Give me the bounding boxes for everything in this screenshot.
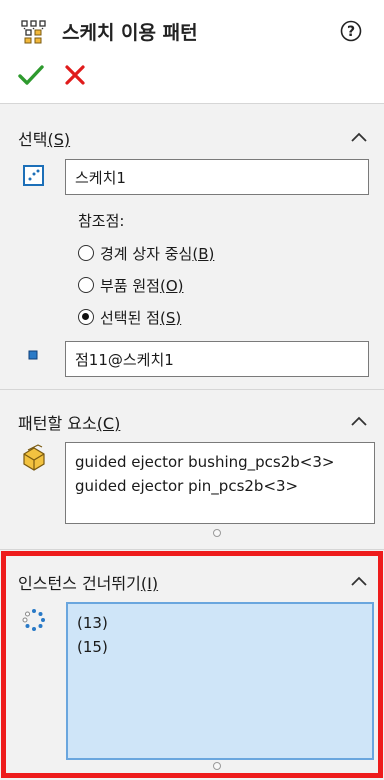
sketch-pattern-icon bbox=[21, 20, 46, 44]
highlight-box bbox=[1, 551, 383, 778]
radio-button-selected[interactable] bbox=[78, 309, 94, 325]
selection-shortcut: (S) bbox=[47, 130, 71, 149]
radio-button[interactable] bbox=[78, 245, 94, 261]
components-icon bbox=[23, 444, 45, 471]
sketch-field-value: 스케치1 bbox=[75, 169, 126, 187]
radio-button[interactable] bbox=[78, 277, 94, 293]
chevron-up-icon[interactable] bbox=[350, 130, 368, 144]
list-item[interactable]: guided ejector pin_pcs2b<3> bbox=[75, 474, 365, 498]
selection-title-label: 선택 bbox=[18, 130, 48, 149]
help-icon[interactable]: ? bbox=[340, 20, 362, 42]
close-icon[interactable] bbox=[64, 64, 86, 86]
panel-header: 스케치 이용 패턴 ? bbox=[0, 0, 384, 104]
radio-selected-point[interactable]: 선택된 점(S) bbox=[78, 305, 181, 329]
panel-title: 스케치 이용 패턴 bbox=[62, 22, 198, 44]
radio-label: 선택된 점(S) bbox=[100, 308, 182, 327]
sketch-select-icon bbox=[23, 165, 44, 186]
radio-label: 부품 원점(O) bbox=[100, 276, 184, 295]
features-section: 패턴할 요소(C) guided ejector bushing_pcs2b<3… bbox=[0, 390, 384, 550]
features-list[interactable]: guided ejector bushing_pcs2b<3> guided e… bbox=[65, 442, 375, 524]
radio-bounding-box-center[interactable]: 경계 상자 중심(B) bbox=[78, 241, 214, 265]
svg-text:?: ? bbox=[347, 24, 355, 40]
radio-part-origin[interactable]: 부품 원점(O) bbox=[78, 273, 183, 297]
selection-section-title[interactable]: 선택(S) bbox=[18, 126, 70, 150]
reference-point-label: 참조점: bbox=[78, 212, 125, 230]
features-shortcut: (C) bbox=[96, 414, 121, 433]
features-title-label: 패턴할 요소 bbox=[18, 414, 97, 433]
point-icon bbox=[28, 350, 38, 360]
list-item[interactable]: guided ejector bushing_pcs2b<3> bbox=[75, 450, 365, 474]
features-section-title[interactable]: 패턴할 요소(C) bbox=[18, 410, 120, 434]
check-icon[interactable] bbox=[18, 64, 44, 86]
point-field-value: 점11@스케치1 bbox=[75, 351, 174, 369]
selection-section: 선택(S) 스케치1 참조점: 경계 상자 중심(B) 부품 원점(O) 선택된… bbox=[0, 104, 384, 390]
radio-label: 경계 상자 중심(B) bbox=[100, 244, 215, 263]
point-field[interactable]: 점11@스케치1 bbox=[65, 341, 369, 377]
property-manager-panel: 스케치 이용 패턴 ? 선택(S) 스케치1 참조점: 경계 상자 중심(B) … bbox=[0, 0, 384, 780]
sketch-field[interactable]: 스케치1 bbox=[65, 159, 369, 195]
chevron-up-icon[interactable] bbox=[350, 414, 368, 428]
resize-handle[interactable] bbox=[213, 529, 221, 537]
